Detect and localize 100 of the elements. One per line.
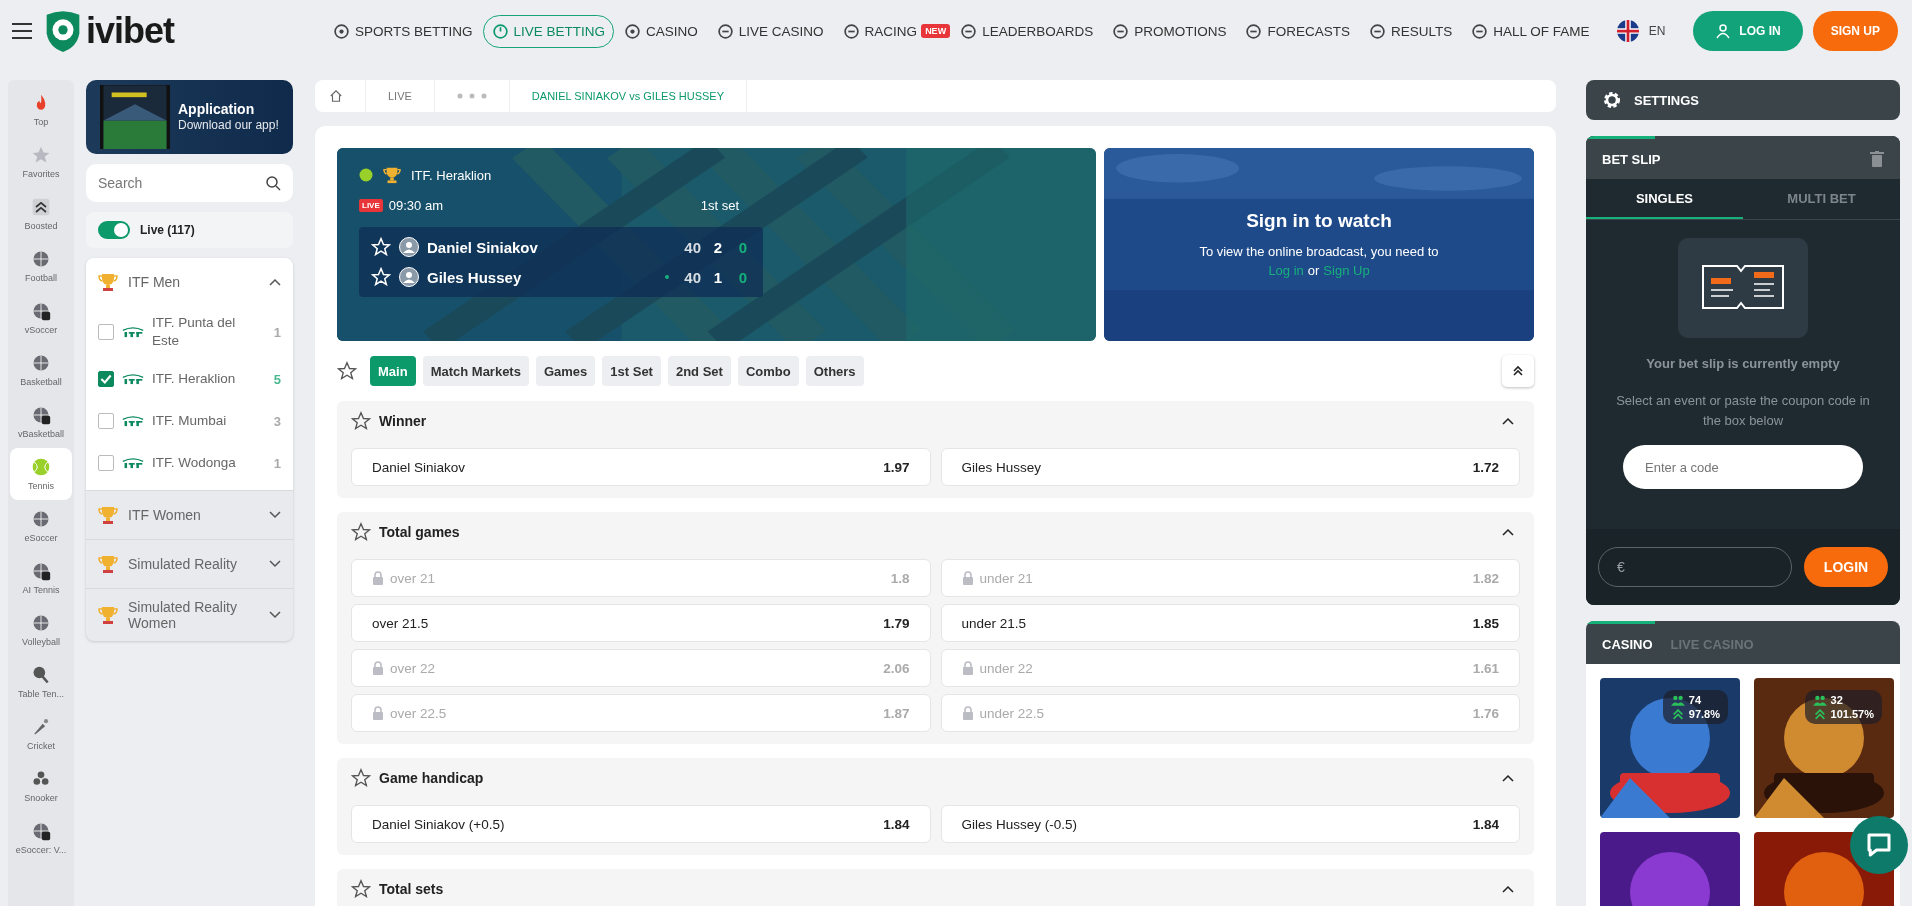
checkbox[interactable] [98, 413, 114, 429]
market-tab[interactable]: Games [535, 356, 596, 386]
itf-logo-icon [122, 415, 144, 427]
market-tab[interactable]: Main [370, 356, 416, 386]
stake-field[interactable]: € [1598, 547, 1792, 587]
bet-slip-tab[interactable]: SINGLES [1586, 179, 1743, 219]
sport-item[interactable]: Table Ten... [10, 656, 72, 708]
ball-icon[interactable] [31, 561, 51, 581]
category-header[interactable]: ITF Women [86, 490, 293, 539]
category-header[interactable]: Simulated Reality Women [86, 588, 293, 641]
checkbox[interactable] [98, 455, 114, 471]
user-icon[interactable] [1715, 23, 1732, 39]
app-banner[interactable]: Application Download our app! [86, 80, 293, 154]
settings-bar[interactable]: SETTINGS [1586, 80, 1900, 120]
market-tab[interactable]: Combo [737, 356, 799, 386]
star-icon[interactable] [337, 361, 357, 381]
nav-link[interactable]: RESULTS [1359, 14, 1462, 48]
stopwatch-icon[interactable] [491, 22, 509, 40]
market-tab[interactable]: 2nd Set [667, 356, 731, 386]
star-icon[interactable] [351, 768, 371, 788]
sport-item[interactable]: eSoccer: V... [10, 812, 72, 864]
collapse-icon[interactable] [1502, 417, 1514, 425]
category-header[interactable]: Simulated Reality [86, 539, 293, 588]
language-label[interactable]: EN [1648, 24, 1666, 38]
market-tab[interactable]: 1st Set [602, 356, 661, 386]
menu-icon[interactable] [12, 23, 32, 39]
event-count: 1 [273, 455, 281, 471]
sport-item[interactable]: Volleyball [10, 604, 72, 656]
ball-icon[interactable] [31, 405, 51, 425]
nav-link[interactable]: SPORTS BETTING [324, 14, 482, 48]
nav-link[interactable]: CASINO [615, 14, 707, 48]
market-tab[interactable]: Match Markets [422, 356, 529, 386]
settings-icon[interactable] [1602, 90, 1622, 110]
market-tab[interactable]: Others [805, 356, 864, 386]
sport-item[interactable]: eSoccer [10, 500, 72, 552]
star-icon[interactable] [351, 522, 371, 542]
tournament-name: ITF. Mumbai [152, 412, 228, 430]
ball-icon[interactable] [31, 301, 51, 321]
odds-button[interactable]: Giles Hussey 1.72 [940, 448, 1520, 486]
expand-icon[interactable] [269, 611, 281, 619]
app-text: Download our app! [178, 117, 279, 133]
sport-item[interactable]: AI Tennis [10, 552, 72, 604]
coupon-code-field[interactable]: Enter a code [1623, 445, 1863, 489]
lock-icon [372, 661, 384, 675]
collapse-icon[interactable] [269, 278, 281, 286]
odds-button[interactable]: Daniel Siniakov (+0.5) 1.84 [351, 805, 931, 843]
odds-button[interactable]: Giles Hussey (-0.5) 1.84 [940, 805, 1520, 843]
ball-icon[interactable] [31, 821, 51, 841]
expand-icon[interactable] [269, 560, 281, 568]
star-icon[interactable] [31, 145, 51, 165]
sport-item[interactable]: Snooker [10, 760, 72, 812]
login-link[interactable]: Log in [1268, 260, 1304, 280]
bet-slip-tab[interactable]: MULTI BET [1743, 179, 1900, 219]
odds-button[interactable]: under 21.5 1.85 [940, 604, 1520, 642]
nav-link[interactable]: FORECASTS [1236, 14, 1359, 48]
nav-link[interactable]: PROMOTIONS [1103, 14, 1236, 48]
logo-text[interactable]: ivibet [86, 10, 175, 52]
sport-item[interactable]: Top [10, 84, 72, 136]
tournament-item[interactable]: ITF. Mumbai 3 [86, 400, 293, 442]
tournament-name: ITF. Wodonga [152, 454, 237, 472]
search-field[interactable]: Search [86, 164, 293, 202]
sport-item[interactable]: Boosted [10, 188, 72, 240]
signup-link[interactable]: Sign Up [1323, 260, 1370, 280]
odds-button[interactable]: over 21.5 1.79 [351, 604, 931, 642]
nav-link[interactable]: LEADERBOARDS [951, 14, 1103, 48]
tournament-item[interactable]: ITF. Wodonga 1 [86, 442, 293, 484]
login-button[interactable]: LOG IN [1693, 11, 1803, 51]
sport-item[interactable]: Football [10, 240, 72, 292]
breadcrumb-link[interactable]: LIVE [388, 90, 412, 102]
live-toggle[interactable] [98, 221, 130, 239]
nav-link[interactable]: LIVE CASINO [707, 14, 833, 48]
chevrons-icon[interactable] [31, 197, 51, 217]
sport-item[interactable]: vBasketball [10, 396, 72, 448]
player-count: 74 [1688, 694, 1702, 706]
home-icon[interactable] [329, 89, 343, 103]
star-icon[interactable] [351, 879, 371, 899]
checkbox[interactable] [98, 371, 114, 387]
checkbox[interactable] [98, 324, 114, 340]
expand-icon[interactable] [269, 511, 281, 519]
double-chevron-icon[interactable] [1512, 365, 1524, 377]
search-icon[interactable] [265, 175, 281, 191]
nav-link[interactable]: HALL OF FAME [1462, 14, 1599, 48]
tournament-item[interactable]: ITF. Heraklion 5 [86, 358, 293, 400]
sport-item[interactable]: Tennis [10, 448, 72, 500]
tournament-item[interactable]: ITF. Punta del Este 1 [86, 306, 293, 358]
sport-item[interactable]: Basketball [10, 344, 72, 396]
star-icon[interactable] [351, 411, 371, 431]
sport-item[interactable]: vSoccer [10, 292, 72, 344]
collapse-icon[interactable] [1502, 885, 1514, 893]
collapse-icon[interactable] [1502, 528, 1514, 536]
odds-button[interactable]: Daniel Siniakov 1.97 [351, 448, 931, 486]
collapse-icon[interactable] [1502, 774, 1514, 782]
flag-icon[interactable] [1616, 20, 1639, 42]
category-header[interactable]: ITF Men [86, 258, 293, 306]
sport-item[interactable]: Cricket [10, 708, 72, 760]
bat-icon[interactable] [31, 717, 51, 737]
casino-tab[interactable]: CASINO [1602, 636, 1653, 652]
trash-icon[interactable] [1870, 151, 1884, 167]
sport-item[interactable]: Favorites [10, 136, 72, 188]
collapse-button[interactable] [1502, 355, 1534, 387]
